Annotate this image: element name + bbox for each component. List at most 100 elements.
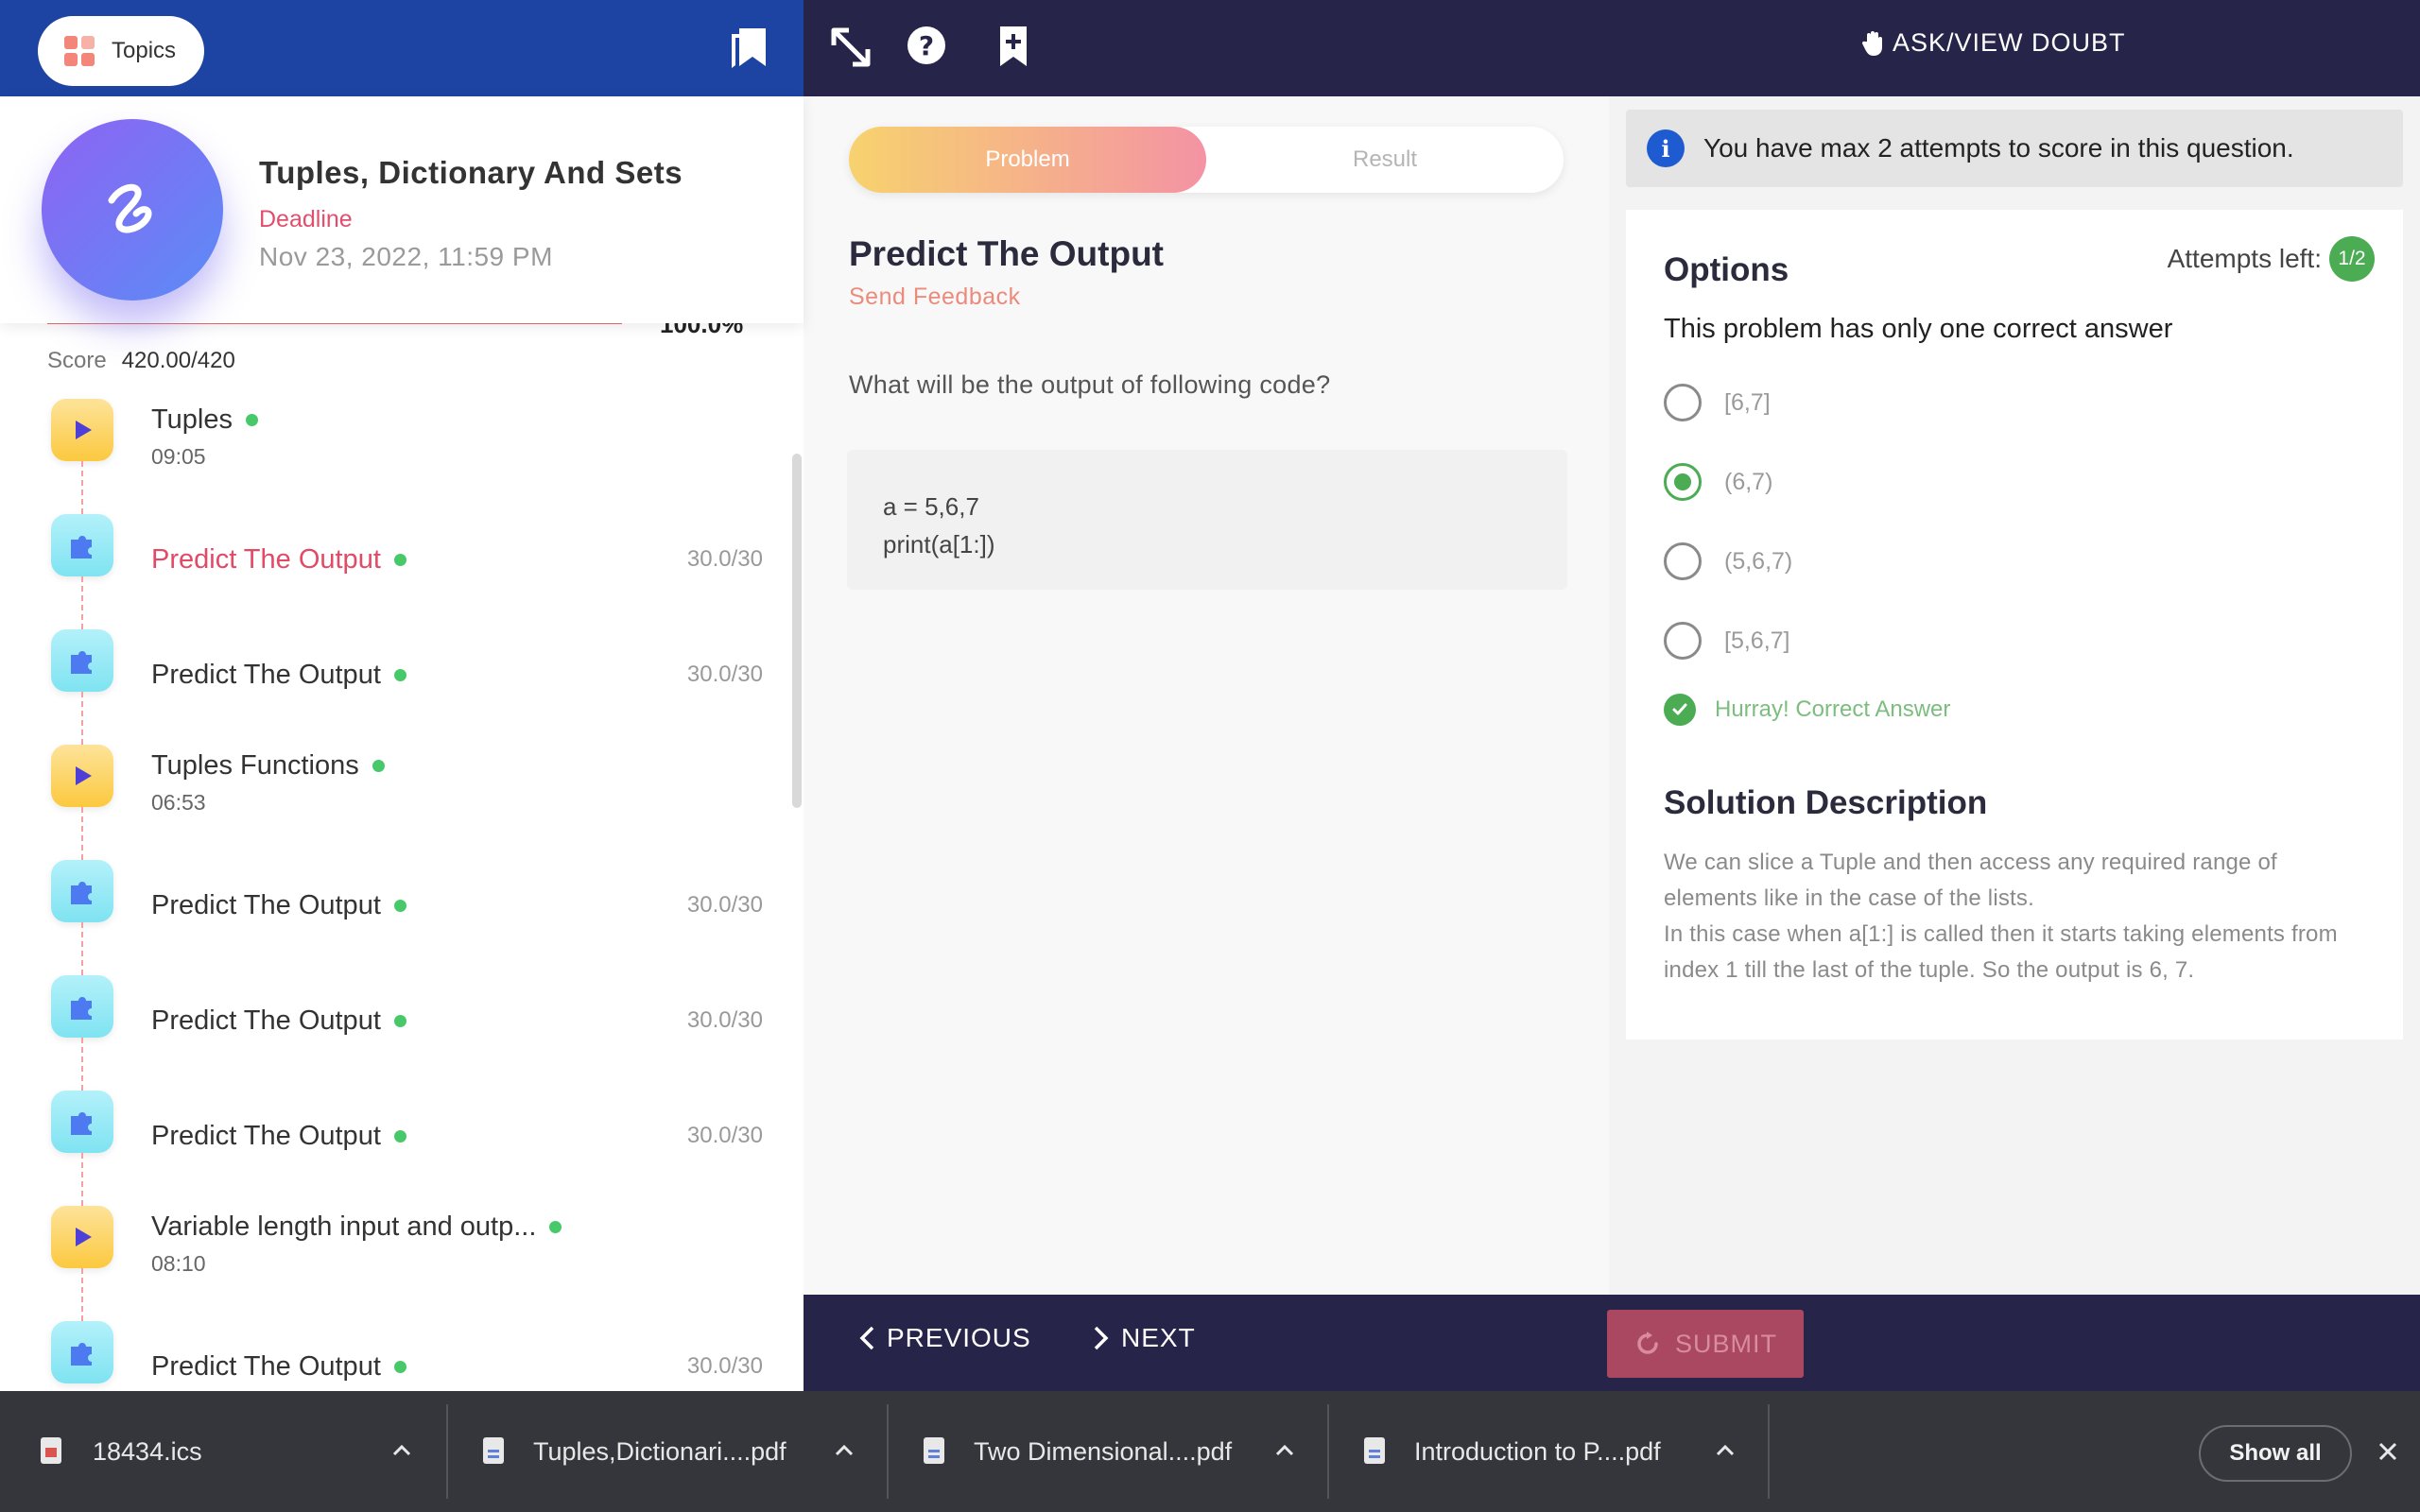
bookmarks-icon[interactable] — [728, 25, 769, 70]
item-score: 30.0/30 — [686, 1353, 763, 1379]
item-score: 30.0/30 — [686, 1123, 763, 1148]
sidebar-scrollbar[interactable] — [792, 454, 802, 808]
radio-button[interactable] — [1664, 384, 1702, 421]
play-icon — [76, 1228, 92, 1246]
next-button[interactable]: NEXT — [1093, 1323, 1196, 1353]
attempts-info-banner: i You have max 2 attempts to score in th… — [1626, 110, 2403, 187]
chevron-up-icon[interactable] — [1713, 1438, 1737, 1463]
problem-badge — [51, 514, 113, 576]
option-radio[interactable]: (6,7) — [1664, 463, 1772, 501]
topic-title: Tuples, Dictionary And Sets — [259, 155, 683, 190]
options-card: Options Attempts left: 1/2 This problem … — [1626, 210, 2403, 1040]
svg-text:?: ? — [919, 30, 934, 61]
list-item[interactable]: Predict The Output 30.0/30 — [17, 843, 778, 975]
chevron-up-icon[interactable] — [832, 1438, 856, 1463]
option-radio[interactable]: [6,7] — [1664, 384, 1771, 421]
send-feedback-link[interactable]: Send Feedback — [849, 284, 1021, 311]
attempts-label: Attempts left: — [2167, 244, 2322, 273]
complete-dot — [393, 1361, 406, 1373]
complete-dot — [393, 1015, 406, 1027]
item-duration: 06:53 — [151, 790, 206, 815]
deadline-label: Deadline — [259, 206, 353, 232]
problem-badge — [51, 1321, 113, 1383]
solution-title: Solution Description — [1664, 784, 1988, 821]
download-item[interactable]: Tuples,Dictionari....pdf — [448, 1391, 887, 1512]
submit-button[interactable]: SUBMIT — [1607, 1310, 1804, 1378]
score-row: Score 420.00/420 — [47, 348, 235, 374]
list-item[interactable]: Tuples Functions 06:53 — [17, 728, 778, 860]
complete-dot — [549, 1221, 562, 1233]
tab-result[interactable]: Result — [1206, 127, 1564, 193]
option-label: [5,6,7] — [1724, 627, 1790, 654]
chevron-left-icon — [859, 1326, 874, 1350]
downloads-bar: 18434.ics Tuples,Dictionari....pdf Two D… — [0, 1391, 2420, 1512]
code-line: a = 5,6,7 — [883, 492, 979, 521]
item-title: Predict The Output — [151, 544, 406, 576]
download-filename: Two Dimensional....pdf — [974, 1436, 1233, 1466]
grid-icon — [64, 36, 95, 66]
options-title: Options — [1664, 251, 1789, 288]
item-title-text: Predict The Output — [151, 890, 381, 920]
item-title: Predict The Output — [151, 1121, 406, 1152]
submit-label: SUBMIT — [1674, 1329, 1777, 1358]
tab-problem[interactable]: Problem — [849, 127, 1206, 193]
bottom-nav-bar: PREVIOUS NEXT SUBMIT — [804, 1295, 2420, 1391]
help-icon[interactable]: ? — [902, 23, 951, 72]
radio-button[interactable] — [1664, 542, 1702, 580]
list-item[interactable]: Tuples 09:05 — [17, 382, 778, 514]
expand-icon[interactable] — [826, 23, 875, 72]
list-item[interactable]: Predict The Output 30.0/30 — [17, 958, 778, 1091]
topic-avatar — [42, 119, 223, 301]
complete-dot — [393, 1130, 406, 1143]
puzzle-icon — [71, 651, 92, 674]
list-item[interactable]: Predict The Output 30.0/30 — [17, 1074, 778, 1206]
item-score: 30.0/30 — [686, 662, 763, 687]
previous-button[interactable]: PREVIOUS — [858, 1323, 1031, 1353]
download-item[interactable]: 18434.ics — [0, 1391, 444, 1512]
squiggle-icon — [108, 183, 152, 233]
list-item[interactable]: Predict The Output 30.0/30 — [17, 612, 778, 745]
list-item[interactable]: Variable length input and outp... 08:10 — [17, 1189, 778, 1321]
correct-answer-message: Hurray! Correct Answer — [1664, 694, 1950, 726]
bookmark-add-icon[interactable] — [989, 23, 1038, 72]
pdf-file-icon — [483, 1437, 504, 1464]
problem-panel: Problem Result Predict The Output Send F… — [804, 96, 1609, 1295]
complete-dot — [393, 669, 406, 681]
chevron-up-icon[interactable] — [389, 1438, 414, 1463]
previous-label: PREVIOUS — [887, 1323, 1031, 1352]
hand-icon — [1862, 30, 1882, 56]
radio-button[interactable] — [1664, 622, 1702, 660]
problem-result-toggle: Problem Result — [849, 127, 1564, 193]
score-label: Score — [47, 348, 107, 373]
code-block: a = 5,6,7 print(a[1:]) — [847, 450, 1567, 590]
play-icon — [76, 766, 92, 785]
sidebar-header-bar: Topics — [0, 0, 804, 96]
topics-button[interactable]: Topics — [38, 16, 204, 86]
close-icon[interactable] — [2371, 1435, 2405, 1469]
item-duration: 08:10 — [151, 1251, 206, 1276]
content-list: Tuples 09:05 Predict The Output 30.0/30 … — [17, 382, 778, 1419]
ask-doubt-button[interactable]: ASK/VIEW DOUBT — [1862, 28, 2126, 58]
complete-dot — [372, 760, 385, 772]
item-title: Tuples Functions — [151, 750, 385, 782]
video-badge — [51, 1206, 113, 1268]
option-radio[interactable]: [5,6,7] — [1664, 622, 1790, 660]
option-radio[interactable]: (5,6,7) — [1664, 542, 1792, 580]
download-filename: 18434.ics — [93, 1436, 202, 1466]
divider — [1768, 1404, 1770, 1499]
download-item[interactable]: Introduction to P....pdf — [1329, 1391, 1768, 1512]
show-all-button[interactable]: Show all — [2199, 1425, 2352, 1482]
pdf-file-icon — [924, 1437, 944, 1464]
pdf-file-icon — [1364, 1437, 1385, 1464]
calendar-file-icon — [41, 1437, 61, 1464]
download-item[interactable]: Two Dimensional....pdf — [889, 1391, 1327, 1512]
option-label: [6,7] — [1724, 388, 1771, 416]
next-label: NEXT — [1121, 1323, 1196, 1352]
refresh-icon — [1637, 1332, 1658, 1354]
item-title-text: Predict The Output — [151, 1005, 381, 1036]
chevron-up-icon[interactable] — [1272, 1438, 1297, 1463]
list-item[interactable]: Predict The Output 30.0/30 — [17, 497, 778, 629]
problem-badge — [51, 860, 113, 922]
radio-button[interactable] — [1664, 463, 1702, 501]
item-score: 30.0/30 — [686, 546, 763, 572]
